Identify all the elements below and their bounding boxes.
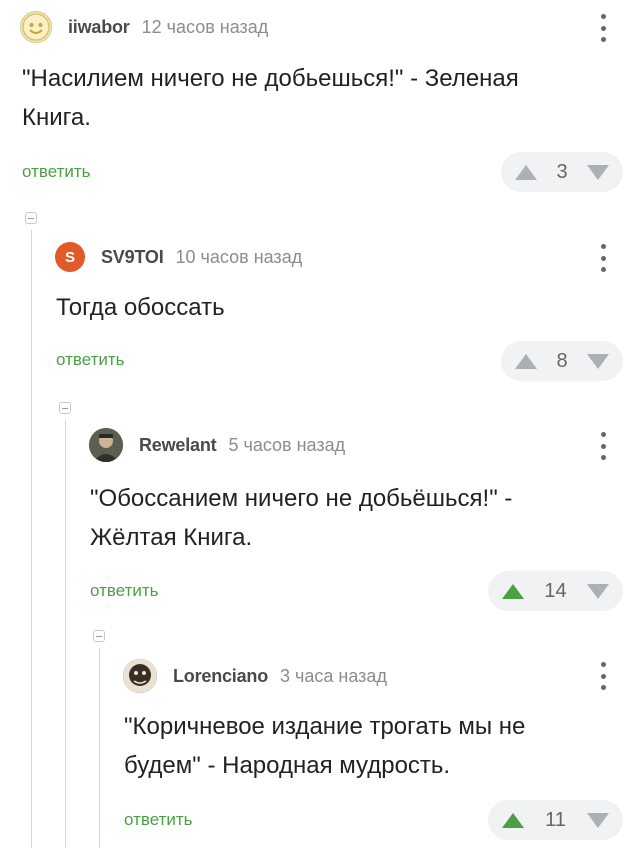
comment-header: iiwabor 12 часов назад bbox=[20, 10, 268, 44]
collapse-thread-button[interactable] bbox=[59, 402, 71, 414]
photo-avatar-icon bbox=[89, 428, 123, 462]
comment-text: "Обоссанием ничего не добьёшься!" - Жёлт… bbox=[90, 479, 512, 557]
avatar[interactable]: S bbox=[55, 242, 85, 272]
more-options-icon[interactable] bbox=[600, 244, 606, 272]
vote-count: 11 bbox=[545, 808, 566, 831]
upvote-arrow-icon[interactable] bbox=[515, 164, 537, 180]
upvote-arrow-icon[interactable] bbox=[515, 353, 537, 369]
vote-widget: 11 bbox=[488, 800, 623, 840]
reply-button[interactable]: ответить bbox=[22, 162, 91, 182]
collapse-thread-button[interactable] bbox=[25, 212, 37, 224]
comment-text-line: Тогда обоссать bbox=[56, 294, 225, 321]
downvote-arrow-icon[interactable] bbox=[587, 164, 609, 180]
avatar[interactable] bbox=[89, 428, 123, 462]
comment-text-line: "Обоссанием ничего не добьёшься!" - bbox=[90, 485, 513, 512]
vote-count: 14 bbox=[544, 579, 567, 602]
downvote-arrow-icon[interactable] bbox=[587, 353, 609, 369]
vote-count: 3 bbox=[556, 160, 568, 183]
comment-text-line: будем" - Народная мудрость. bbox=[124, 752, 451, 779]
upvote-arrow-icon[interactable] bbox=[502, 812, 524, 828]
vote-widget: 14 bbox=[488, 571, 623, 611]
comment-timestamp[interactable]: 10 часов назад bbox=[176, 247, 303, 268]
vote-count: 8 bbox=[556, 349, 568, 372]
comment-timestamp[interactable]: 3 часа назад bbox=[280, 666, 387, 687]
collapse-thread-button[interactable] bbox=[93, 630, 105, 642]
reply-button[interactable]: ответить bbox=[90, 581, 159, 601]
downvote-arrow-icon[interactable] bbox=[587, 583, 609, 599]
comment-text-line: "Насилием ничего не добьешься!" - Зелена… bbox=[22, 65, 519, 92]
comment-username[interactable]: Lorenciano bbox=[173, 666, 268, 687]
thread-line-level-2 bbox=[65, 420, 66, 848]
comment-username[interactable]: iiwabor bbox=[68, 17, 130, 38]
thread-line-level-3 bbox=[99, 648, 100, 848]
comment-text-line: Жёлтая Книга. bbox=[90, 524, 253, 551]
avatar[interactable] bbox=[123, 659, 157, 693]
vote-widget: 3 bbox=[501, 152, 623, 192]
downvote-arrow-icon[interactable] bbox=[586, 812, 609, 828]
photo-avatar-icon bbox=[123, 659, 157, 693]
upvote-arrow-icon[interactable] bbox=[502, 583, 524, 599]
reply-button[interactable]: ответить bbox=[56, 350, 125, 370]
comment-text-line: "Коричневое издание трогать мы не bbox=[124, 713, 526, 740]
comment-username[interactable]: Rewelant bbox=[139, 435, 217, 456]
comment-timestamp[interactable]: 5 часов назад bbox=[228, 435, 345, 456]
comment-text: "Коричневое издание трогать мы не будем"… bbox=[124, 707, 525, 785]
more-options-icon[interactable] bbox=[600, 14, 606, 42]
comment-header: Lorenciano 3 часа назад bbox=[123, 659, 387, 693]
avatar[interactable] bbox=[20, 11, 52, 43]
reply-button[interactable]: ответить bbox=[124, 810, 193, 830]
comment-text: "Насилием ничего не добьешься!" - Зелена… bbox=[22, 59, 519, 137]
comment-header: Rewelant 5 часов назад bbox=[89, 428, 345, 462]
comment-username[interactable]: SV9TOI bbox=[101, 247, 164, 268]
more-options-icon[interactable] bbox=[600, 662, 606, 690]
more-options-icon[interactable] bbox=[600, 432, 606, 460]
avatar-letter: S bbox=[64, 248, 75, 266]
thread-line-level-1 bbox=[31, 230, 32, 848]
comment-text-line: Книга. bbox=[22, 104, 91, 131]
vote-widget: 8 bbox=[501, 341, 623, 381]
smiley-face-icon bbox=[22, 13, 50, 41]
comment-timestamp[interactable]: 12 часов назад bbox=[142, 17, 269, 38]
comment-text: Тогда обоссать bbox=[56, 288, 225, 327]
comment-header: S SV9TOI 10 часов назад bbox=[55, 240, 302, 274]
